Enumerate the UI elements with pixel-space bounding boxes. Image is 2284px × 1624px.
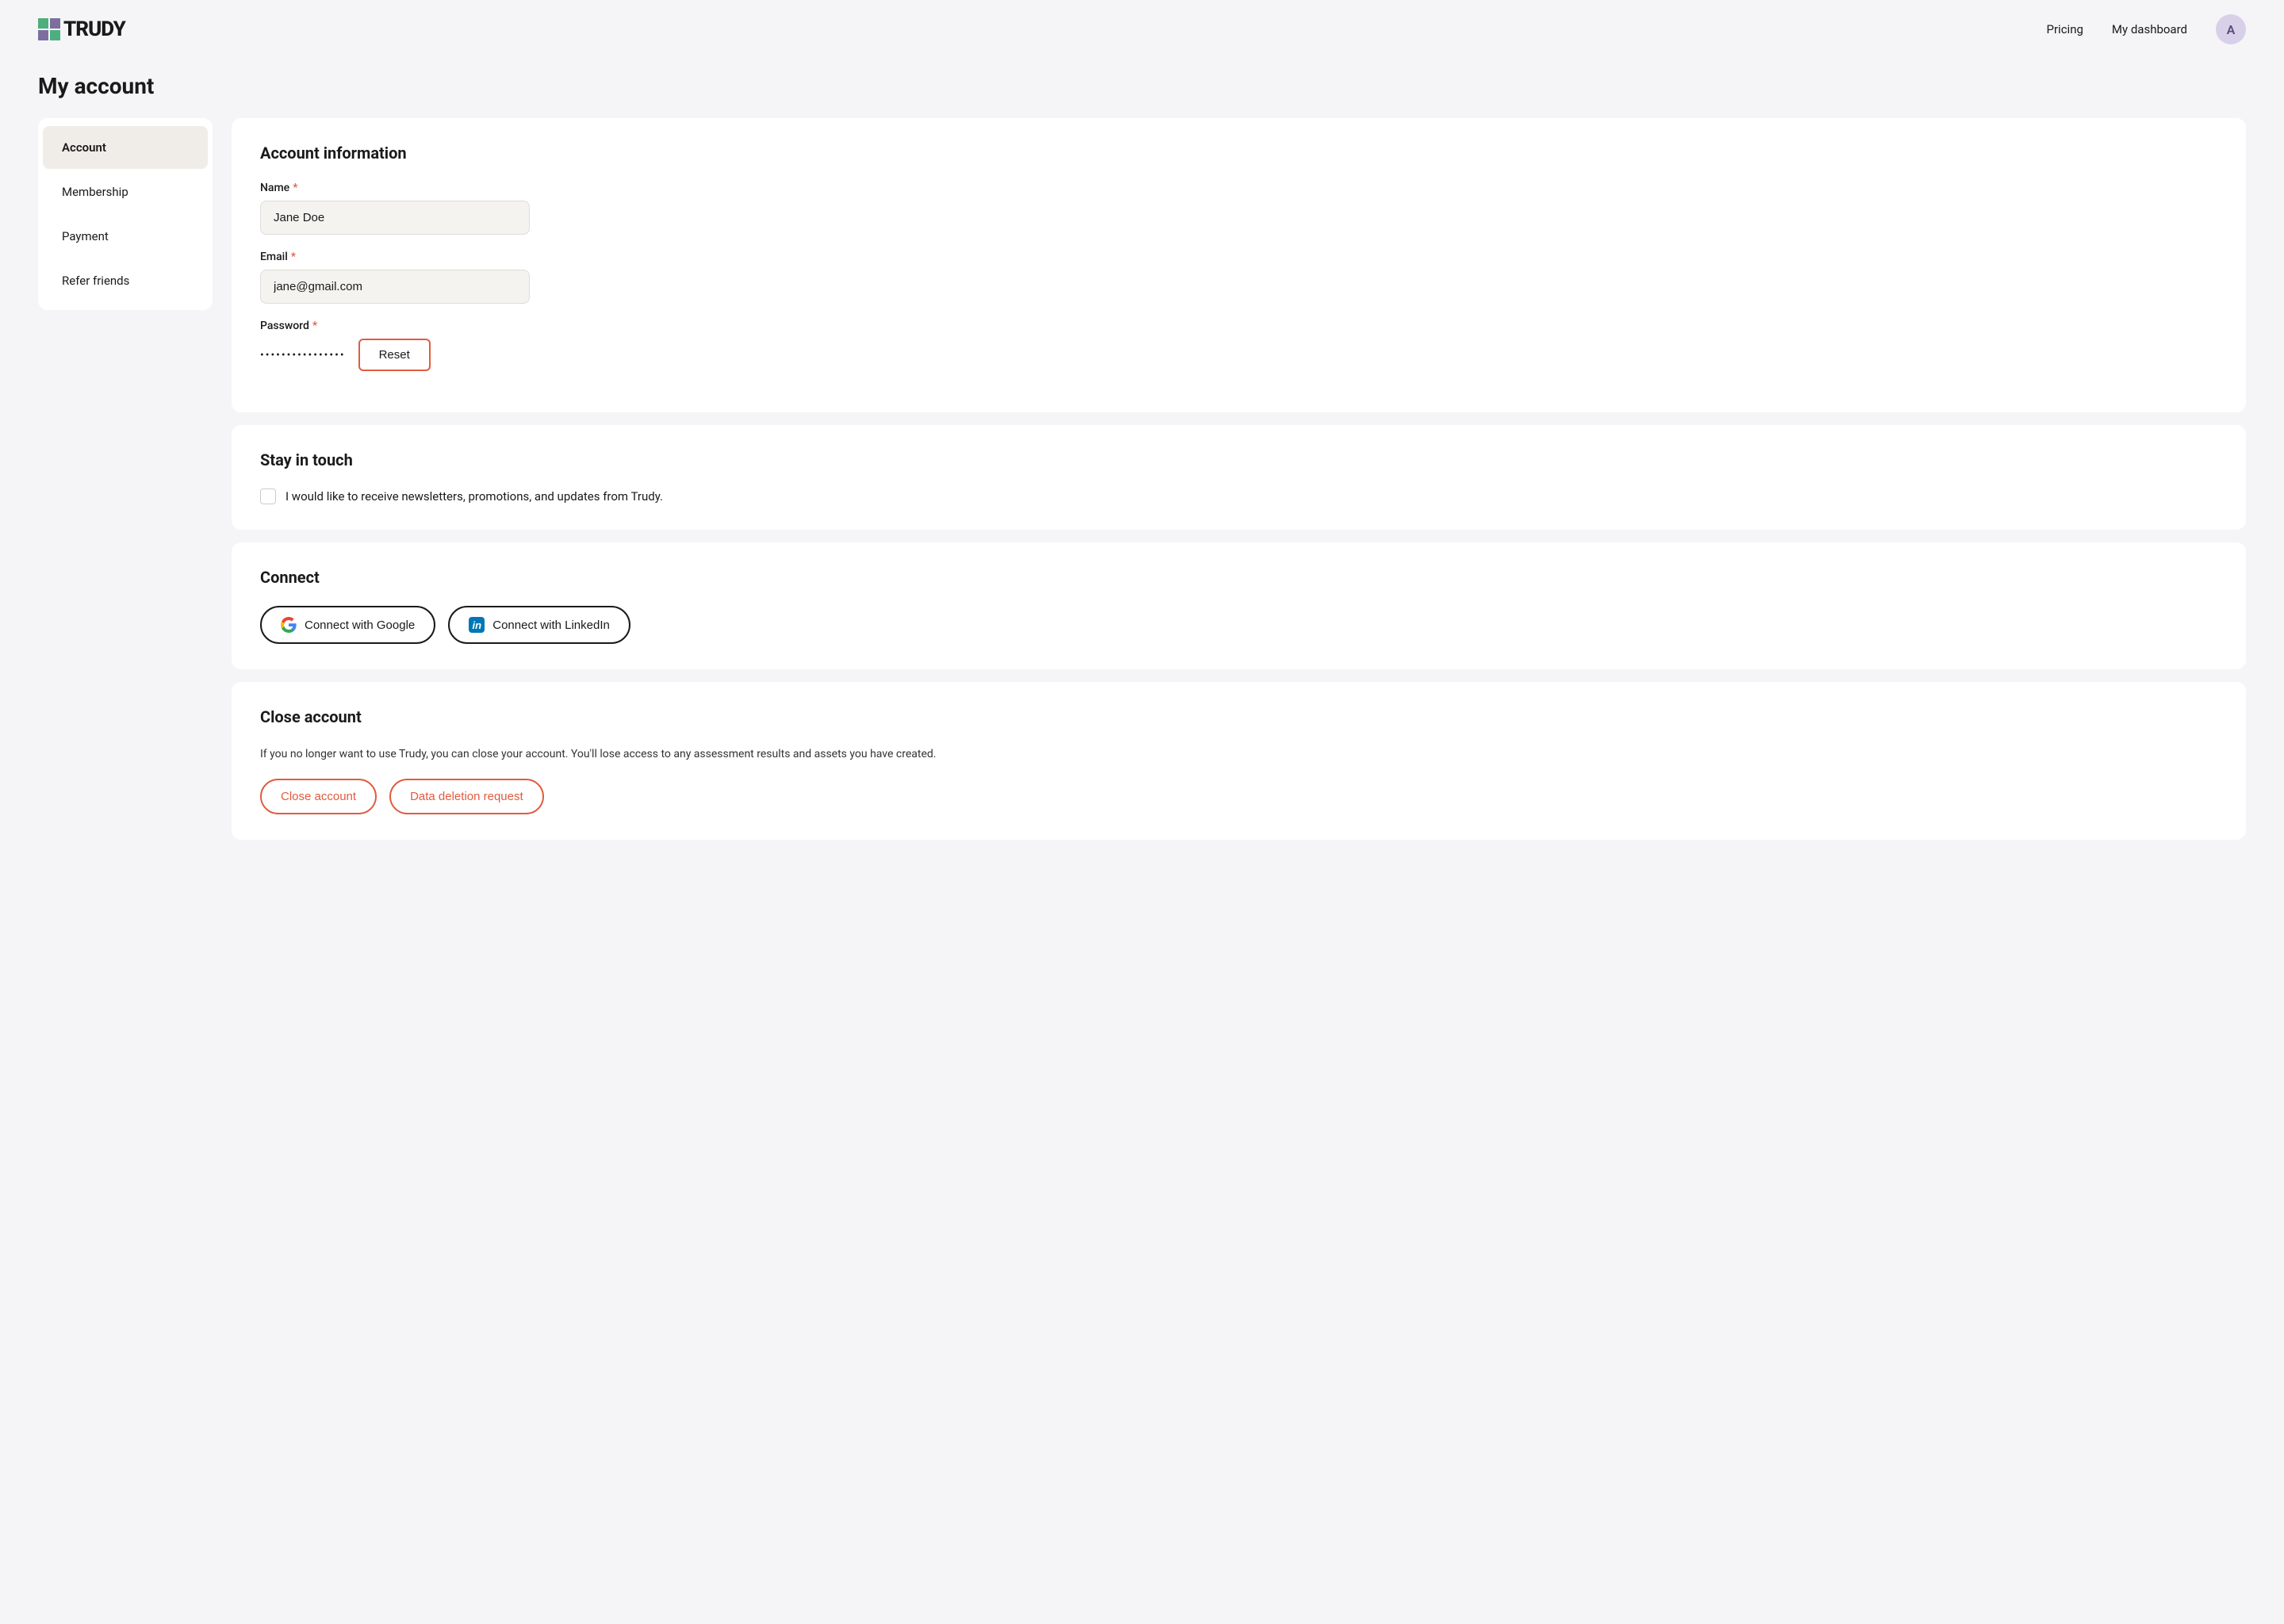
name-input[interactable] [260,201,530,235]
main-content: Account information Name * Email * Passw… [232,118,2246,840]
email-label: Email * [260,251,2217,263]
account-information-card: Account information Name * Email * Passw… [232,118,2246,412]
email-field-group: Email * [260,251,2217,304]
brand-name: TRUDY [63,17,125,41]
logo[interactable]: TRUDY [38,17,125,41]
pricing-link[interactable]: Pricing [2047,22,2083,36]
password-label: Password * [260,320,2217,332]
reset-password-button[interactable]: Reset [358,339,431,371]
sidebar-item-membership[interactable]: Membership [43,170,208,213]
close-buttons: Close account Data deletion request [260,779,2217,814]
connect-google-label: Connect with Google [305,619,415,632]
linkedin-icon: in [469,617,485,633]
logo-icon [38,18,60,40]
user-avatar[interactable]: A [2216,14,2246,44]
stay-in-touch-title: Stay in touch [260,450,2217,469]
close-account-description: If you no longer want to use Trudy, you … [260,745,2217,763]
sidebar: Account Membership Payment Refer friends [38,118,213,310]
connect-linkedin-button[interactable]: in Connect with LinkedIn [448,606,630,644]
close-account-card: Close account If you no longer want to u… [232,682,2246,840]
nav-right: Pricing My dashboard A [2047,14,2246,44]
navbar: TRUDY Pricing My dashboard A [0,0,2284,59]
connect-google-button[interactable]: Connect with Google [260,606,435,644]
layout: Account Membership Payment Refer friends… [0,118,2284,878]
close-account-button[interactable]: Close account [260,779,377,814]
name-field-group: Name * [260,182,2217,235]
sidebar-item-payment[interactable]: Payment [43,215,208,258]
sidebar-item-refer-friends[interactable]: Refer friends [43,259,208,302]
account-info-title: Account information [260,144,2217,163]
connect-card: Connect Connect with Google in Connect w… [232,542,2246,669]
dashboard-link[interactable]: My dashboard [2112,22,2187,36]
email-input[interactable] [260,270,530,304]
password-dots: •••••••••••••••• [260,349,346,362]
google-icon [281,617,297,633]
email-required-star: * [291,251,296,263]
newsletter-checkbox-row: I would like to receive newsletters, pro… [260,488,2217,504]
close-account-title: Close account [260,707,2217,726]
connect-linkedin-label: Connect with LinkedIn [492,619,610,632]
password-field-group: Password * •••••••••••••••• Reset [260,320,2217,371]
sidebar-item-account[interactable]: Account [43,126,208,169]
page-title: My account [0,59,2284,118]
stay-in-touch-card: Stay in touch I would like to receive ne… [232,425,2246,530]
name-required-star: * [293,182,297,194]
connect-buttons: Connect with Google in Connect with Link… [260,606,2217,644]
password-required-star: * [312,320,317,332]
newsletter-label: I would like to receive newsletters, pro… [286,489,663,504]
name-label: Name * [260,182,2217,194]
connect-title: Connect [260,568,2217,587]
newsletter-checkbox[interactable] [260,488,276,504]
password-row: •••••••••••••••• Reset [260,339,2217,371]
data-deletion-button[interactable]: Data deletion request [389,779,544,814]
